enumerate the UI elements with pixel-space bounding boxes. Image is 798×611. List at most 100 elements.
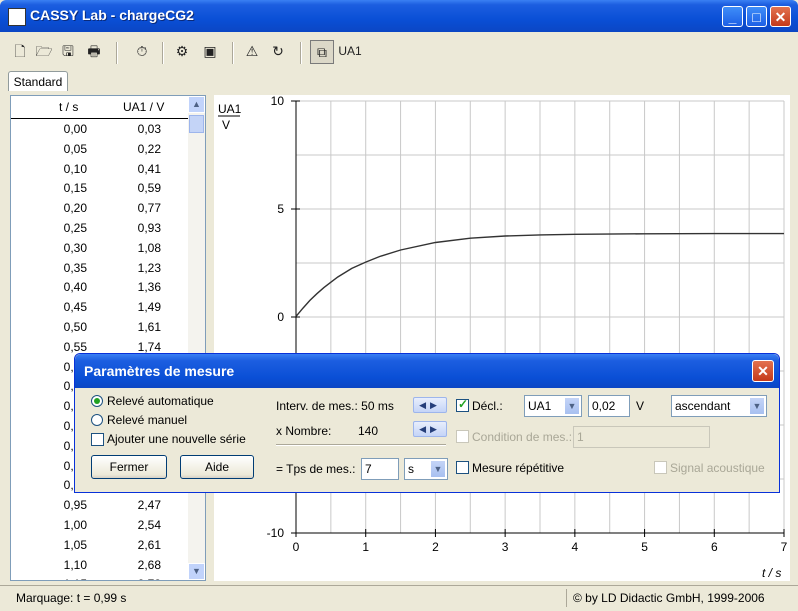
cell-voltage: 1,49	[137, 300, 161, 315]
cell-time: 0,95	[63, 498, 87, 513]
voltage-chart[interactable]: 0 1 2 3 4 5 6 7 10 5 0 -10 UA1 V t / s	[214, 95, 790, 581]
table-row[interactable]: 0,35 1,23	[11, 258, 189, 278]
table-row[interactable]: 1,05 2,61	[11, 535, 189, 555]
alarm-icon[interactable]: ⚠	[240, 40, 264, 64]
column-header-time: t / s	[59, 100, 79, 114]
table-row[interactable]: 0,20 0,77	[11, 198, 189, 218]
table-scrollbar[interactable]	[188, 96, 205, 580]
cell-voltage: 0,59	[137, 181, 161, 196]
cell-time: 0,35	[63, 260, 87, 275]
count-value: 140	[358, 424, 379, 438]
window-icon[interactable]: ⧉	[310, 40, 334, 64]
y-tick-label: -10	[267, 526, 285, 540]
toolbar-separator	[162, 42, 164, 64]
fermer-button[interactable]: Fermer	[91, 455, 167, 479]
cell-voltage: 2,61	[137, 537, 161, 552]
x-axis-label: t / s	[762, 566, 781, 580]
chevron-down-icon[interactable]: ▼	[564, 397, 580, 415]
interval-spinner[interactable]: ◀▶	[413, 397, 447, 413]
open-icon[interactable]: 🗁	[32, 40, 56, 64]
data-table[interactable]: t / s UA1 / V 0,00 0,03 0,05 0,22 0,10 0,41 0,…	[10, 95, 206, 581]
chevron-down-icon[interactable]: ▼	[430, 460, 446, 478]
cell-voltage: 0,03	[137, 122, 161, 136]
cell-voltage: 1,61	[137, 319, 161, 334]
x-tick-label: 1	[362, 540, 369, 554]
scroll-down-icon[interactable]: ▼	[188, 563, 205, 580]
trigger-label[interactable]: Décl.:	[472, 399, 503, 413]
repeat-checkbox[interactable]	[456, 461, 469, 474]
radio-manual[interactable]	[91, 414, 103, 426]
x-tick-label: 7	[781, 540, 788, 554]
interval-label: Interv. de mes.: 50 ms	[276, 399, 394, 413]
table-header: t / s UA1 / V	[11, 96, 189, 119]
time-input[interactable]: 7	[361, 458, 399, 480]
status-divider	[566, 589, 567, 607]
cell-time: 0,30	[63, 240, 87, 255]
print-icon[interactable]: 🖶	[82, 40, 106, 64]
scroll-thumb[interactable]	[189, 115, 204, 133]
x-tick-label: 5	[641, 540, 648, 554]
repeat-label[interactable]: Mesure répétitive	[472, 461, 564, 475]
cell-time: 0,00	[63, 122, 87, 136]
pane-splitter[interactable]	[207, 95, 214, 581]
save-icon[interactable]: 🖫	[56, 40, 80, 64]
cell-time: 0,55	[63, 339, 87, 354]
stopwatch-icon[interactable]: ⏱	[130, 40, 154, 64]
condition-label: Condition de mes.:	[472, 430, 573, 444]
table-row[interactable]: 0,00 0,03	[11, 119, 189, 139]
cell-time: 0,50	[63, 319, 87, 334]
table-row[interactable]: 0,30 1,08	[11, 238, 189, 258]
radio-manual-label[interactable]: Relevé manuel	[107, 413, 187, 427]
maximize-button[interactable]: □	[746, 6, 767, 27]
table-row[interactable]: 0,10 0,41	[11, 159, 189, 179]
table-row[interactable]: 0,45 1,49	[11, 297, 189, 317]
scroll-up-icon[interactable]: ▲	[188, 96, 205, 113]
radio-auto-label[interactable]: Relevé automatique	[107, 394, 214, 408]
minimize-button[interactable]: _	[722, 6, 743, 27]
dialog-close-button[interactable]: ✕	[752, 360, 774, 382]
table-row[interactable]: 0,50 1,61	[11, 317, 189, 337]
cell-voltage: 0,77	[137, 201, 161, 216]
table-row[interactable]: 0,95 2,47	[11, 495, 189, 515]
x-tick-label: 2	[432, 540, 439, 554]
cell-voltage: 1,74	[137, 339, 161, 354]
count-spinner[interactable]: ◀▶	[413, 421, 447, 437]
add-series-checkbox[interactable]	[91, 433, 104, 446]
column-header-voltage: UA1 / V	[123, 100, 165, 114]
trigger-value-input[interactable]: 0,02	[588, 395, 630, 417]
y-tick-label: 5	[277, 202, 284, 216]
cell-time: 0,40	[63, 280, 87, 295]
display-icon[interactable]: ▣	[198, 40, 222, 64]
cell-voltage: 1,23	[137, 260, 161, 275]
cell-voltage: 0,22	[137, 141, 161, 156]
window-titlebar[interactable]: CASSY Lab - chargeCG2	[0, 0, 798, 32]
table-row[interactable]: 0,40 1,36	[11, 277, 189, 297]
table-row[interactable]: 1,10 2,68	[11, 555, 189, 575]
radio-auto[interactable]	[91, 395, 103, 407]
table-row[interactable]: 1,15 2,73	[11, 574, 189, 580]
count-label: x Nombre:	[276, 424, 332, 438]
ua1-display-button[interactable]: UA1	[336, 40, 364, 64]
table-row[interactable]: 0,15 0,59	[11, 178, 189, 198]
table-row[interactable]: 0,05 0,22	[11, 139, 189, 159]
condition-checkbox[interactable]	[456, 430, 469, 443]
settings-icon[interactable]: ⚙	[170, 40, 194, 64]
cell-time: 0,10	[63, 161, 87, 176]
y-tick-label: 10	[271, 95, 285, 108]
new-icon[interactable]: 🗋	[8, 40, 32, 64]
add-series-label[interactable]: Ajouter une nouvelle série	[107, 432, 246, 446]
cell-voltage: 0,41	[137, 161, 161, 176]
tab-standard[interactable]: Standard	[8, 71, 68, 91]
trigger-checkbox[interactable]	[456, 397, 469, 412]
chevron-down-icon[interactable]: ▼	[749, 397, 765, 415]
table-row[interactable]: 0,25 0,93	[11, 218, 189, 238]
rotate-icon[interactable]: ↻	[266, 40, 290, 64]
table-rows: 0,00 0,03 0,05 0,22 0,10 0,41 0,15 0,59 0,20 0,77…	[11, 119, 189, 580]
cell-voltage: 1,08	[137, 240, 161, 255]
acoustic-label: Signal acoustique	[670, 461, 765, 475]
close-button[interactable]: ✕	[770, 6, 791, 27]
aide-button[interactable]: Aide	[180, 455, 254, 479]
acoustic-checkbox[interactable]	[654, 461, 667, 474]
table-row[interactable]: 1,00 2,54	[11, 515, 189, 535]
condition-input[interactable]: 1	[573, 426, 710, 448]
